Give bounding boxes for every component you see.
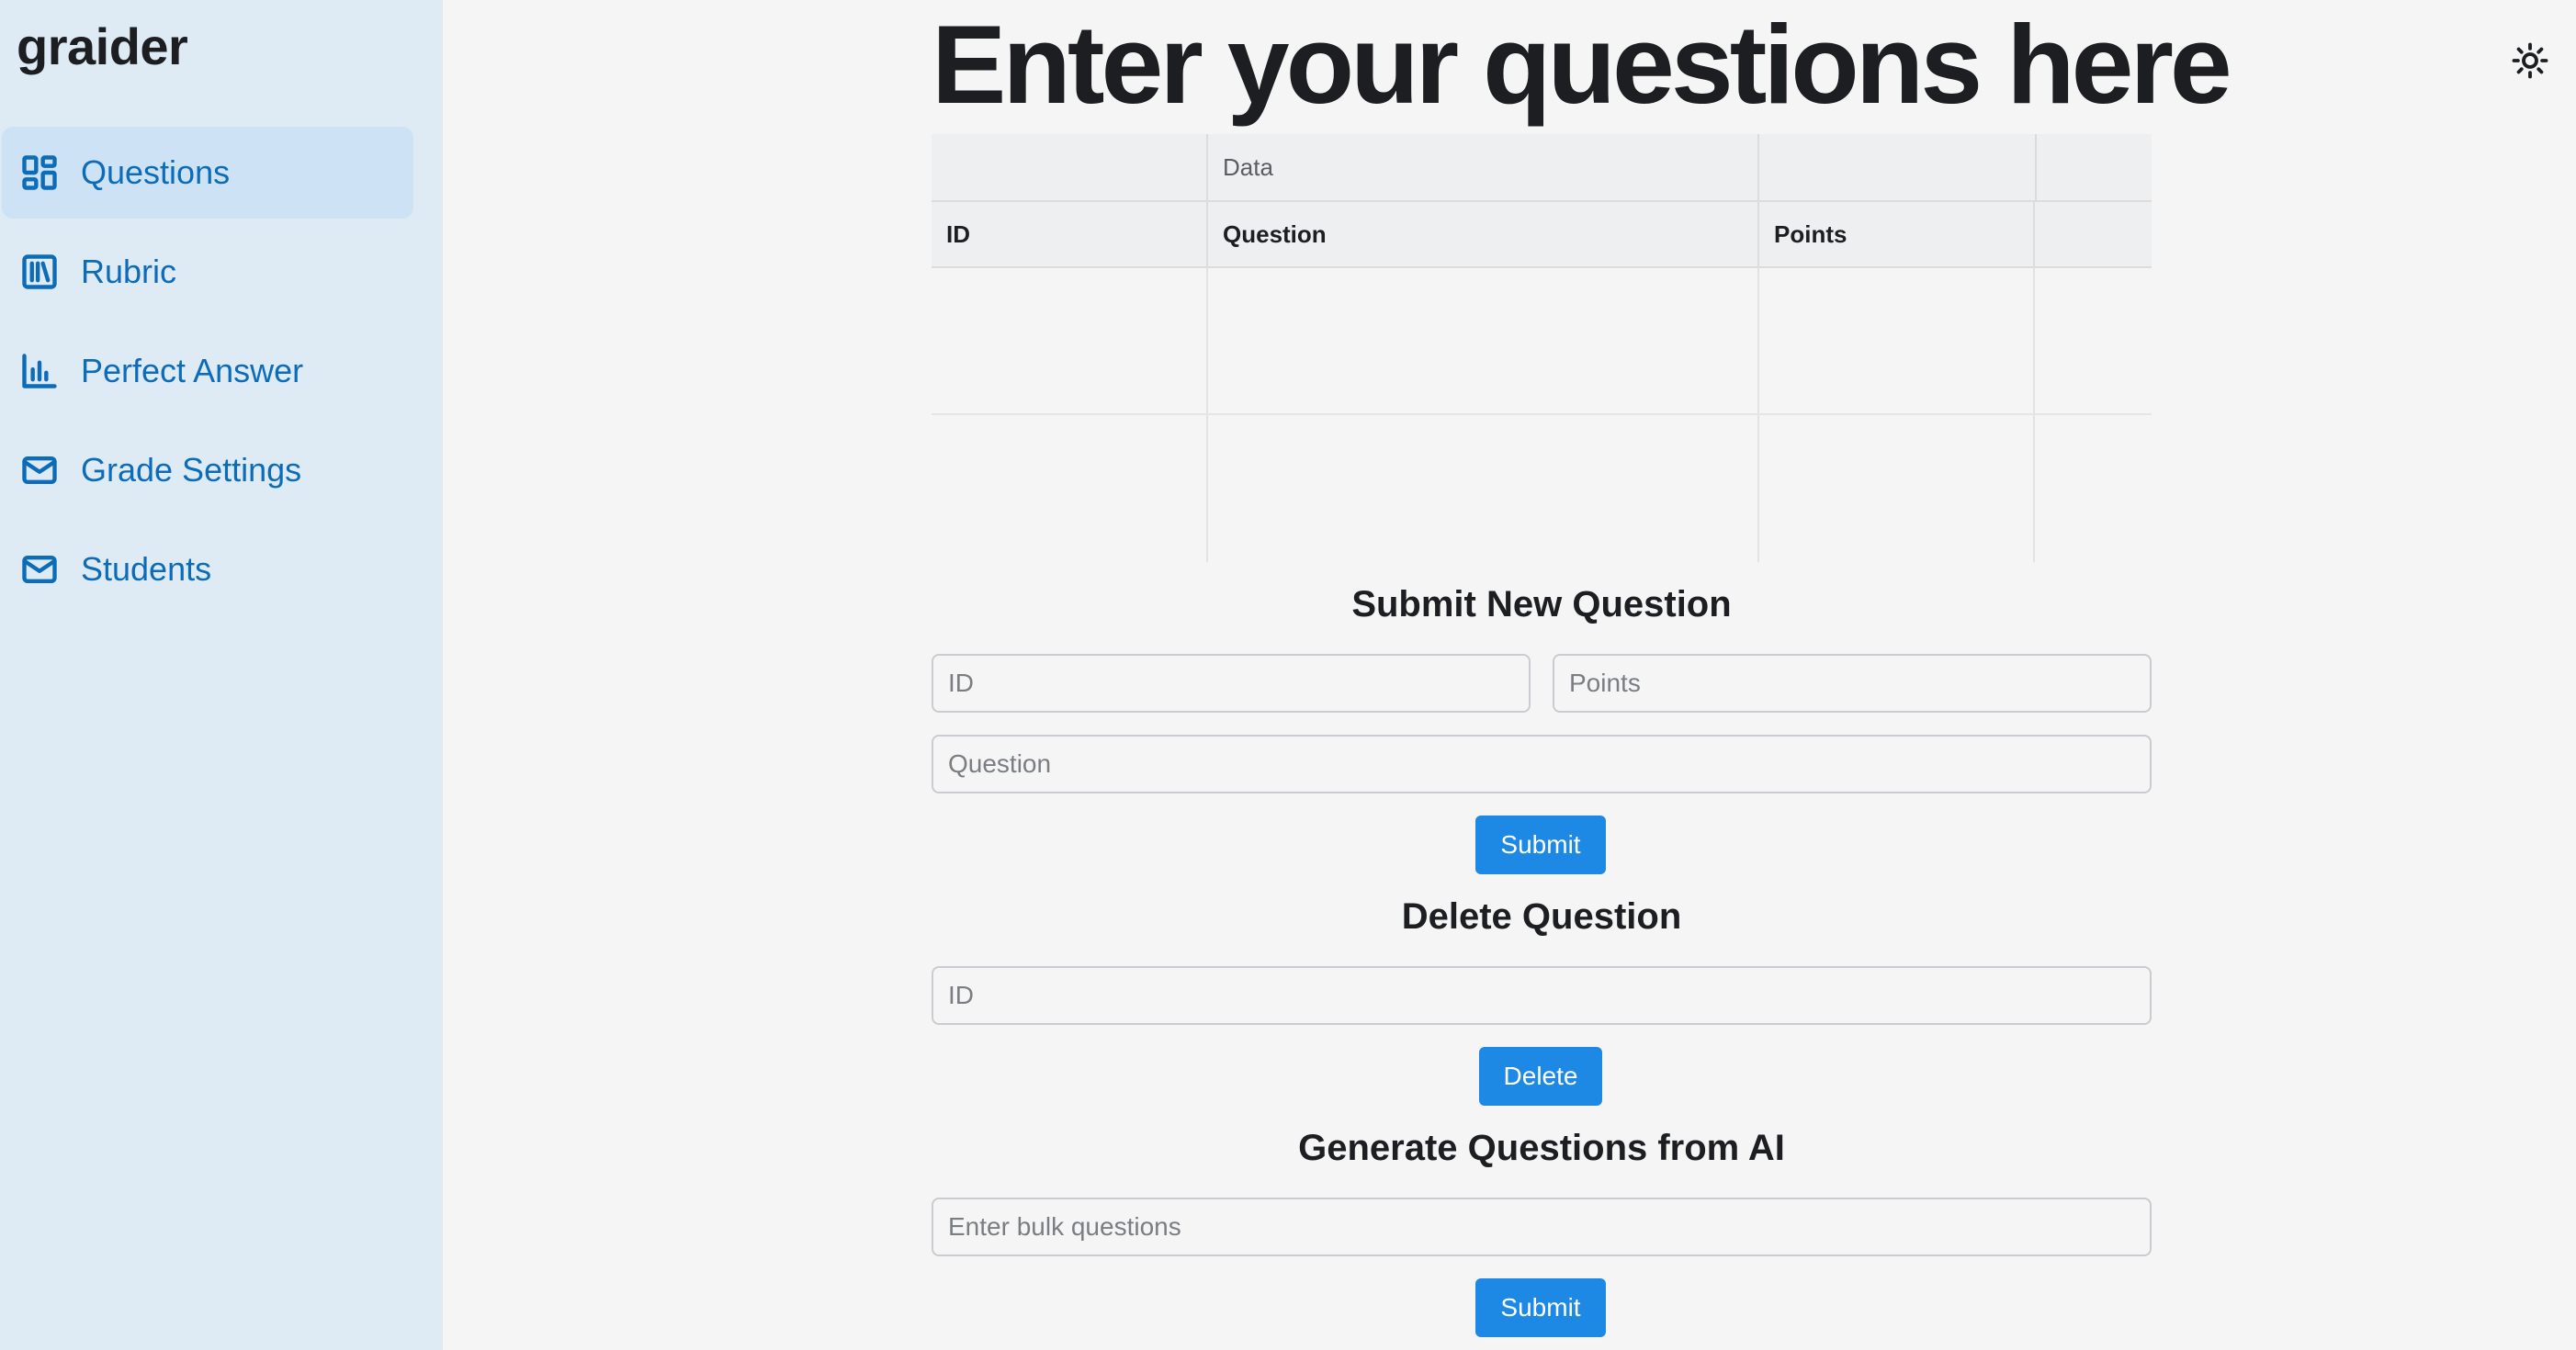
dashboard-icon [18, 152, 61, 194]
grid-cell [932, 415, 1208, 562]
grid-cell [1208, 415, 1759, 562]
grid-cell [932, 268, 1208, 415]
grid-group-header-data: Data [1208, 134, 1759, 202]
grid-cell [1759, 415, 2035, 562]
mail-icon [18, 548, 61, 591]
grid-column-header-empty [2035, 202, 2152, 268]
library-icon [18, 251, 61, 293]
ai-section-title: Generate Questions from AI [1298, 1128, 1785, 1168]
new-question-id-input[interactable] [932, 654, 1531, 713]
grid-cell [2035, 268, 2152, 415]
mail-icon [18, 449, 61, 491]
sidebar-item-label: Questions [81, 153, 231, 191]
sidebar-item-students[interactable]: Students [2, 523, 413, 615]
delete-question-button[interactable]: Delete [1479, 1047, 1602, 1106]
grid-cell [1759, 268, 2035, 415]
submit-section-title: Submit New Question [1351, 584, 1732, 624]
grid-group-header-empty [2035, 134, 2152, 202]
new-question-text-input[interactable] [932, 735, 2152, 793]
sun-icon [2511, 41, 2549, 80]
grid-group-header-empty [932, 134, 1208, 202]
grid-column-header-question[interactable]: Question [1208, 202, 1759, 268]
grid-column-header-points[interactable]: Points [1759, 202, 2035, 268]
page-title: Enter your questions here [932, 2, 2232, 127]
app-root: graider Questions Rubric Perfect Answer … [0, 0, 2576, 1350]
grid-group-header-empty [1759, 134, 2035, 202]
submit-question-button[interactable]: Submit [1475, 816, 1606, 874]
sidebar-item-rubric[interactable]: Rubric [2, 226, 413, 318]
questions-grid: Data ID Question Points [932, 134, 2152, 562]
sidebar-item-perfect-answer[interactable]: Perfect Answer [2, 325, 413, 417]
sidebar-item-label: Rubric [81, 253, 177, 290]
sidebar-item-questions[interactable]: Questions [2, 127, 413, 219]
sidebar-item-label: Students [81, 550, 212, 588]
delete-question-id-input[interactable] [932, 966, 2152, 1025]
bulk-questions-input[interactable] [932, 1198, 2152, 1256]
new-question-points-input[interactable] [1553, 654, 2152, 713]
sidebar: graider Questions Rubric Perfect Answer … [0, 0, 443, 1350]
grid-cell [2035, 415, 2152, 562]
sidebar-item-label: Perfect Answer [81, 352, 304, 389]
delete-section-title: Delete Question [1401, 896, 1682, 937]
grid-column-header-id[interactable]: ID [932, 202, 1208, 268]
sidebar-item-grade-settings[interactable]: Grade Settings [2, 424, 413, 516]
app-logo: graider [17, 17, 188, 75]
grid-cell [1208, 268, 1759, 415]
theme-toggle-button[interactable] [2508, 39, 2552, 83]
bar-chart-icon [18, 350, 61, 392]
generate-questions-submit-button[interactable]: Submit [1475, 1278, 1606, 1337]
sidebar-item-label: Grade Settings [81, 451, 302, 489]
